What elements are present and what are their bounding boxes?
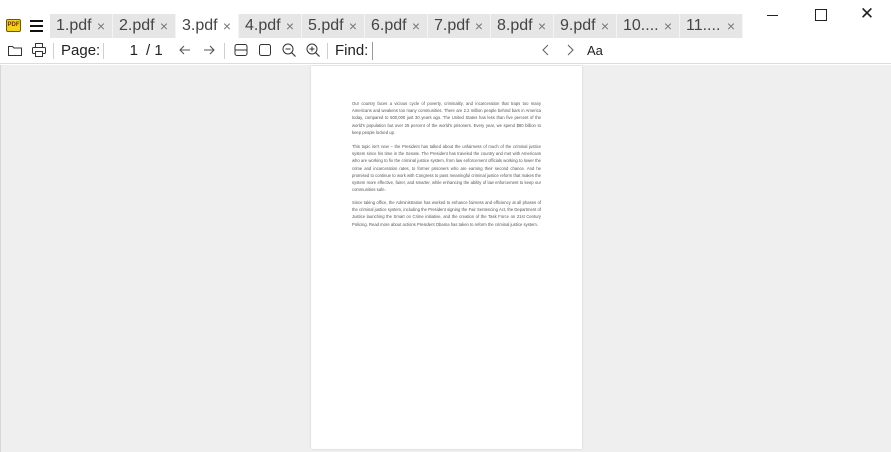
zoom-in-icon[interactable] [305,42,321,58]
tab-5-pdf[interactable]: 5.pdf × [302,14,365,38]
tab-label: 11.... [686,17,721,34]
match-case-button[interactable]: Aa [587,43,603,58]
close-window-button[interactable]: ✕ [857,5,877,24]
close-tab-icon[interactable]: × [412,18,420,34]
close-tab-icon[interactable]: × [223,18,231,34]
fit-width-icon[interactable] [233,42,249,58]
tab-label: 2.pdf [119,17,155,34]
find-next-chevron-icon[interactable] [562,42,578,58]
tab-label: 9.pdf [560,17,596,34]
close-tab-icon[interactable]: × [727,18,735,34]
print-icon[interactable] [31,42,47,58]
toolbar: Page: / 1 Find: Aa [0,38,891,64]
tab-label: 3.pdf [182,17,218,34]
tab-9-pdf[interactable]: 9.pdf × [554,14,617,38]
page-number-input[interactable] [104,41,138,60]
hamburger-menu-icon[interactable] [30,20,43,32]
tab-1-pdf[interactable]: 1.pdf × [50,14,113,38]
close-tab-icon[interactable]: × [286,18,294,34]
tab-3-pdf[interactable]: 3.pdf × [176,14,239,38]
tab-strip: 1.pdf × 2.pdf × 3.pdf × 4.pdf × 5.pdf × … [50,14,743,38]
document-paragraph: Our country faces a vicious cycle of pov… [352,101,541,135]
close-tab-icon[interactable]: × [475,18,483,34]
tab-label: 5.pdf [308,17,344,34]
fit-page-icon[interactable] [257,42,273,58]
tab-8-pdf[interactable]: 8.pdf × [491,14,554,38]
close-tab-icon[interactable]: × [160,18,168,34]
tab-10-pdf[interactable]: 10.... × [617,14,680,38]
app-logo-icon: PDF [6,19,21,32]
tab-7-pdf[interactable]: 7.pdf × [428,14,491,38]
tab-label: 7.pdf [434,17,470,34]
minimize-window-button[interactable] [763,6,783,24]
toolbar-divider [53,43,54,59]
close-tab-icon[interactable]: × [97,18,105,34]
next-page-arrow-icon[interactable] [201,42,217,58]
tab-label: 1.pdf [56,17,92,34]
tab-label: 8.pdf [497,17,533,34]
toolbar-divider [224,43,225,59]
find-input[interactable] [372,42,532,60]
document-paragraph: Since taking office, the Administration … [352,200,541,227]
tab-label: 6.pdf [371,17,407,34]
close-tab-icon[interactable]: × [601,18,609,34]
close-tab-icon[interactable]: × [538,18,546,34]
pdf-page: Our country faces a vicious cycle of pov… [311,66,582,449]
close-tab-icon[interactable]: × [349,18,357,34]
zoom-out-icon[interactable] [281,42,297,58]
document-viewer[interactable]: Our country faces a vicious cycle of pov… [0,65,891,452]
close-tab-icon[interactable]: × [664,18,672,34]
page-label: Page: [61,42,101,59]
page-total-label: / 1 [146,42,163,59]
tab-6-pdf[interactable]: 6.pdf × [365,14,428,38]
toolbar-divider [327,43,328,59]
find-label: Find: [335,42,369,59]
tab-label: 10.... [623,17,659,34]
maximize-window-button[interactable] [811,6,831,24]
tab-label: 4.pdf [245,17,281,34]
tab-4-pdf[interactable]: 4.pdf × [239,14,302,38]
tab-11-pdf[interactable]: 11.... × [680,14,743,38]
previous-page-arrow-icon[interactable] [177,42,193,58]
title-bar: PDF 1.pdf × 2.pdf × 3.pdf × 4.pdf × 5.pd… [0,0,891,38]
document-paragraph: This topic isn't new – the President has… [352,144,541,193]
tab-2-pdf[interactable]: 2.pdf × [113,14,176,38]
open-folder-icon[interactable] [7,42,23,58]
find-previous-chevron-icon[interactable] [538,42,554,58]
